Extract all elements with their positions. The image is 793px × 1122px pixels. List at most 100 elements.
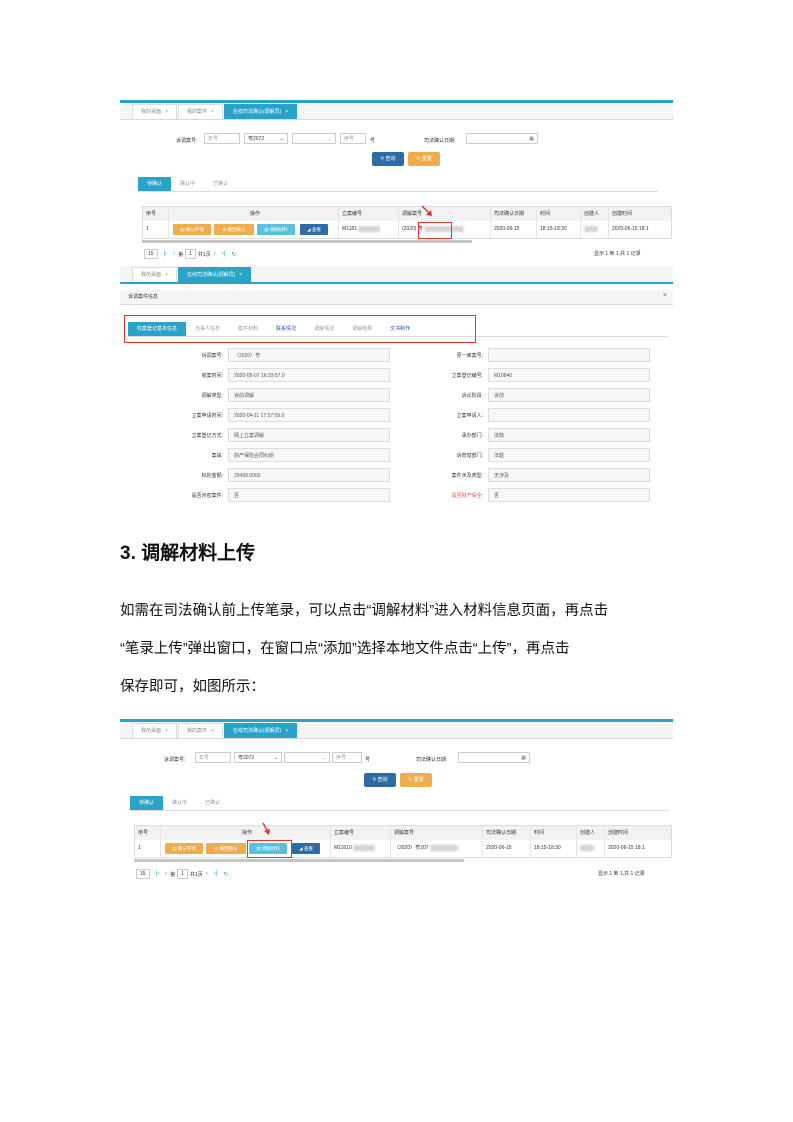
row-case-id: M1181 [339, 221, 399, 238]
tab-my-desktop[interactable]: 我的桌面 × [132, 104, 177, 119]
tab-my-cases[interactable]: 我的案件 × [177, 723, 223, 738]
field-row: 案由: 财产保险合同纠纷 [164, 448, 390, 462]
seq-input[interactable]: 序号 [340, 133, 366, 144]
field-label: 案件涉及类型: [451, 472, 483, 479]
prev-page-icon[interactable]: ‹ [165, 871, 167, 877]
field-row: 收案时间: 2020-05-07 16:29:57.0 [164, 368, 390, 382]
chevron-down-icon: ⌄ [327, 136, 332, 142]
redacted-text [358, 225, 381, 232]
withdraw-confirm-button[interactable]: ⊖ 撤回确认 [206, 843, 246, 854]
next-page-icon[interactable]: › [206, 871, 208, 877]
subtab-confirmed[interactable]: 已确认 [204, 177, 237, 191]
mediation-material-button[interactable]: ▤ 调解材料 [257, 224, 295, 235]
field-label: 立案登记编号: [451, 372, 483, 379]
first-page-icon[interactable]: |‹ [164, 251, 168, 257]
seq-input[interactable]: 序号 [332, 752, 362, 763]
subtab-pending[interactable]: 待确认 [130, 796, 164, 810]
field-row: 承办部门: 法院 [424, 428, 650, 442]
confirm-date-label: 司法确认日期: [416, 757, 448, 763]
row-confirm-date: 2020-06-15 [483, 840, 531, 857]
last-page-icon[interactable]: ›| [222, 251, 226, 257]
field-value: 法庭 [488, 448, 650, 462]
row-time: 18:15-18:30 [537, 221, 581, 238]
tab-online-judicial-confirm[interactable]: 在线司法确认(调解员) × [177, 267, 252, 282]
close-icon[interactable]: × [165, 272, 168, 278]
close-icon[interactable]: × [285, 728, 288, 734]
type-select[interactable]: ⌄ [292, 133, 336, 144]
tab-my-cases[interactable]: 我的案件 × [177, 104, 223, 119]
field-label: 立案申请时间: [191, 412, 223, 419]
row-confirm-date: 2020-06-15 [491, 221, 537, 238]
field-value: 2020-05-07 16:29:57.0 [228, 368, 390, 382]
close-icon[interactable]: × [663, 292, 667, 299]
tab-label: 在线司法确认(调解员) [186, 272, 236, 278]
refresh-icon[interactable]: ↻ [223, 871, 228, 878]
table-row: 1 ▤ 确认申请 ⊖ 撤回确认 ▤ 调解材料 ◢ 查看 M1181 (2020)… [142, 221, 672, 239]
field-value: 法院 [488, 428, 650, 442]
redacted-text [580, 844, 594, 851]
year-input[interactable]: 年号 [195, 752, 231, 763]
confirm-apply-button[interactable]: ▤ 确认申请 [173, 224, 211, 235]
view-button[interactable]: ◢ 查看 [300, 224, 328, 235]
type-select[interactable]: ⌄ [284, 752, 330, 763]
close-icon[interactable]: × [165, 728, 168, 734]
col-creator: 创建人 [581, 207, 609, 221]
horizontal-scrollbar[interactable] [142, 240, 472, 243]
close-icon[interactable]: × [165, 109, 168, 115]
court-select-value: 粤2072 [238, 755, 255, 761]
close-icon[interactable]: × [285, 109, 288, 115]
screenshot-case-detail: 我的桌面 × 在线司法确认(调解员) × 诉调案件信息 × 收案登记基本信息 当事人… [120, 266, 673, 506]
horizontal-scrollbar[interactable] [134, 859, 464, 862]
col-case-id: 立案编号 [331, 826, 391, 840]
tab-my-desktop[interactable]: 我的桌面 × [132, 723, 177, 738]
page-tabs: 我的桌面 × 我的案件 × 在线司法确认(调解员) × [120, 103, 673, 120]
refresh-icon[interactable]: ↻ [231, 251, 236, 258]
withdraw-confirm-button[interactable]: ⊖ 撤回确认 [214, 224, 254, 235]
field-value [488, 408, 650, 422]
last-page-icon[interactable]: ›| [214, 871, 218, 877]
confirm-date-input[interactable]: ▦ [458, 752, 530, 763]
close-icon[interactable]: × [211, 728, 214, 734]
court-select[interactable]: 粤2072 ⌄ [244, 133, 288, 144]
case-id-text: M11610 [334, 845, 352, 851]
subtab-confirming[interactable]: 确认中 [163, 796, 196, 810]
page-number-input[interactable]: 1 [177, 869, 188, 879]
col-confirm-date: 司法确认日期 [491, 207, 537, 221]
tab-label: 我的案件 [186, 109, 207, 115]
view-button[interactable]: ◢ 查看 [292, 843, 320, 854]
field-row: 立案登记编号: M10840 [424, 368, 650, 382]
confirm-date-input[interactable]: ▦ [466, 133, 538, 144]
chevron-down-icon: ⌄ [321, 755, 326, 761]
page-size-select[interactable]: 15 [136, 869, 150, 879]
reset-button[interactable]: ↻ 重置 [408, 152, 440, 166]
page-number-input[interactable]: 1 [185, 249, 196, 259]
red-arrow-icon [421, 205, 432, 216]
paragraph-line: 保存即可，如图所示： [120, 679, 265, 695]
query-button[interactable]: ⚲ 查询 [364, 773, 396, 787]
court-select[interactable]: 粤2072 ⌄ [234, 752, 282, 763]
query-button[interactable]: ⚲ 查询 [372, 152, 404, 166]
chevron-down-icon: ⌄ [279, 136, 284, 142]
reset-button[interactable]: ↻ 重置 [400, 773, 432, 787]
confirm-apply-button[interactable]: ▤ 确认申请 [165, 843, 203, 854]
subtab-confirming[interactable]: 确认中 [171, 177, 204, 191]
close-icon[interactable]: × [211, 109, 214, 115]
field-value: 否 [228, 488, 390, 502]
subtab-confirmed[interactable]: 已确认 [196, 796, 229, 810]
field-row: 案件涉及类型: 无涉及 [424, 468, 650, 482]
highlight-material-button [247, 840, 292, 858]
tab-my-desktop[interactable]: 我的桌面 × [132, 267, 177, 282]
prev-page-icon[interactable]: ‹ [173, 251, 175, 257]
table-header: 序号 操作 立案编号 调解案号 司法确认日期 时间 创建人 创建时间 [134, 825, 672, 841]
tab-online-judicial-confirm[interactable]: 在线司法确认(调解员) × [223, 723, 298, 738]
first-page-icon[interactable]: |‹ [156, 871, 160, 877]
case-id-text: M1181 [342, 226, 357, 232]
col-mediation-no: 调解案号 [391, 826, 483, 840]
next-page-icon[interactable]: › [214, 251, 216, 257]
field-row: 调解类型: 诉前调解 [164, 388, 390, 402]
close-icon[interactable]: × [239, 272, 242, 278]
page-size-select[interactable]: 15 [144, 249, 158, 259]
tab-online-judicial-confirm[interactable]: 在线司法确认(调解员) × [223, 104, 298, 119]
subtab-pending[interactable]: 待确认 [138, 177, 172, 191]
year-input[interactable]: 年号 [204, 133, 240, 144]
